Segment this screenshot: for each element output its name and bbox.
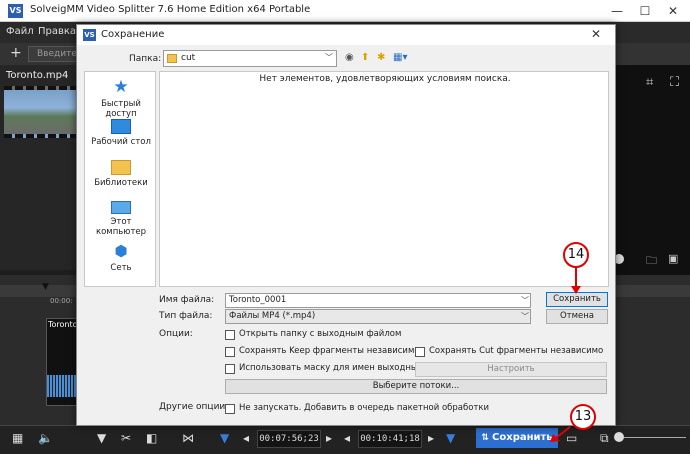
annotation-arrows xyxy=(550,268,581,442)
arrow-13-line xyxy=(555,426,571,439)
step-badge-14: 14 xyxy=(563,242,589,268)
step-badge-13: 13 xyxy=(570,404,596,430)
arrow-14-head xyxy=(571,286,581,294)
